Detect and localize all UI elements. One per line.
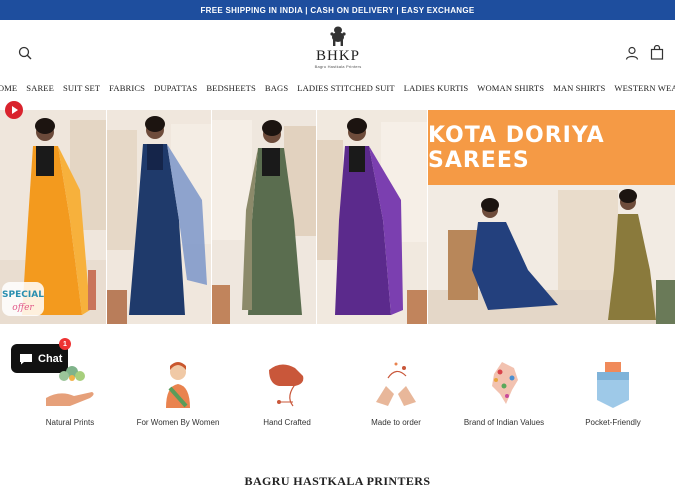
section-title: BAGRU HASTKALA PRINTERS xyxy=(244,474,431,488)
feature-label: For Women By Women xyxy=(136,418,220,427)
nav-ladies-kurtis[interactable]: LADIES KURTIS xyxy=(404,79,469,97)
india-map-icon xyxy=(492,362,518,404)
pocket-icon xyxy=(597,362,629,408)
site-header: BHKP Bagru Hastkala Printers xyxy=(0,20,675,78)
brand-tagline: Bagru Hastkala Printers xyxy=(314,64,362,69)
feature-label: Hand Crafted xyxy=(263,418,311,427)
kota-doriya-banner: KOTA DORIYA SAREES xyxy=(428,110,675,185)
feature-pocket-friendly: Pocket-Friendly xyxy=(558,356,668,427)
nav-woman-shirts[interactable]: WOMAN SHIRTS xyxy=(477,79,544,97)
saree-photo-purple xyxy=(317,110,427,324)
feature-made-to-order: Made to order xyxy=(341,356,451,427)
feature-label: Brand of Indian Values xyxy=(463,418,545,427)
saree-photo-navy xyxy=(107,110,211,324)
feature-indian-values: Brand of Indian Values xyxy=(449,356,559,427)
brand-name: BHKP xyxy=(315,48,360,64)
banner-title: KOTA DORIYA SAREES xyxy=(428,122,605,173)
nav-home[interactable]: HOME xyxy=(0,79,17,97)
announcement-bar: FREE SHIPPING IN INDIA | CASH ON DELIVER… xyxy=(0,0,675,20)
woman-figure-icon xyxy=(166,362,190,408)
play-icon[interactable] xyxy=(5,101,23,119)
chat-unread-badge: 1 xyxy=(59,338,71,350)
hero-banner[interactable]: KOTA DORIYA SAREES xyxy=(0,110,675,324)
main-navigation: HOME SAREE SUIT SET FABRICS DUPATTAS BED… xyxy=(0,79,675,97)
feature-for-women: For Women By Women xyxy=(123,356,233,427)
feature-hand-crafted: Hand Crafted xyxy=(232,356,342,427)
nav-saree[interactable]: SAREE xyxy=(26,79,54,97)
hand-flower-icon xyxy=(46,366,94,406)
feature-label: Made to order xyxy=(371,418,421,427)
saree-photo-printed xyxy=(212,110,316,324)
feature-label: Pocket-Friendly xyxy=(585,418,641,427)
special-offer-badge: SPECIAL offer xyxy=(2,282,44,316)
announcement-text: FREE SHIPPING IN INDIA | CASH ON DELIVER… xyxy=(200,5,475,15)
special-badge-line1: SPECIAL xyxy=(2,290,44,300)
nav-man-shirts[interactable]: MAN SHIRTS xyxy=(553,79,605,97)
nav-bedsheets[interactable]: BEDSHEETS xyxy=(206,79,256,97)
nav-suit-set[interactable]: SUIT SET xyxy=(63,79,100,97)
nav-ladies-stitched-suit[interactable]: LADIES STITCHED SUIT xyxy=(297,79,394,97)
elephant-logo-icon xyxy=(330,26,346,46)
feature-natural-prints: Natural Prints xyxy=(15,356,125,427)
nav-fabrics[interactable]: FABRICS xyxy=(109,79,145,97)
special-badge-line2: offer xyxy=(12,303,34,313)
nav-bags[interactable]: BAGS xyxy=(265,79,288,97)
nav-western-wear[interactable]: WESTERN WEAR xyxy=(614,79,675,97)
hand-thread-icon xyxy=(269,364,304,407)
features-row: Natural Prints For Women By Women Hand C… xyxy=(0,356,675,436)
hands-needle-icon xyxy=(376,362,416,406)
nav-dupattas[interactable]: DUPATTAS xyxy=(154,79,197,97)
feature-label: Natural Prints xyxy=(45,418,95,427)
cart-icon[interactable] xyxy=(650,45,664,60)
brand-logo[interactable]: BHKP Bagru Hastkala Printers xyxy=(300,26,376,69)
account-icon[interactable] xyxy=(625,46,639,60)
search-icon[interactable] xyxy=(18,46,32,60)
